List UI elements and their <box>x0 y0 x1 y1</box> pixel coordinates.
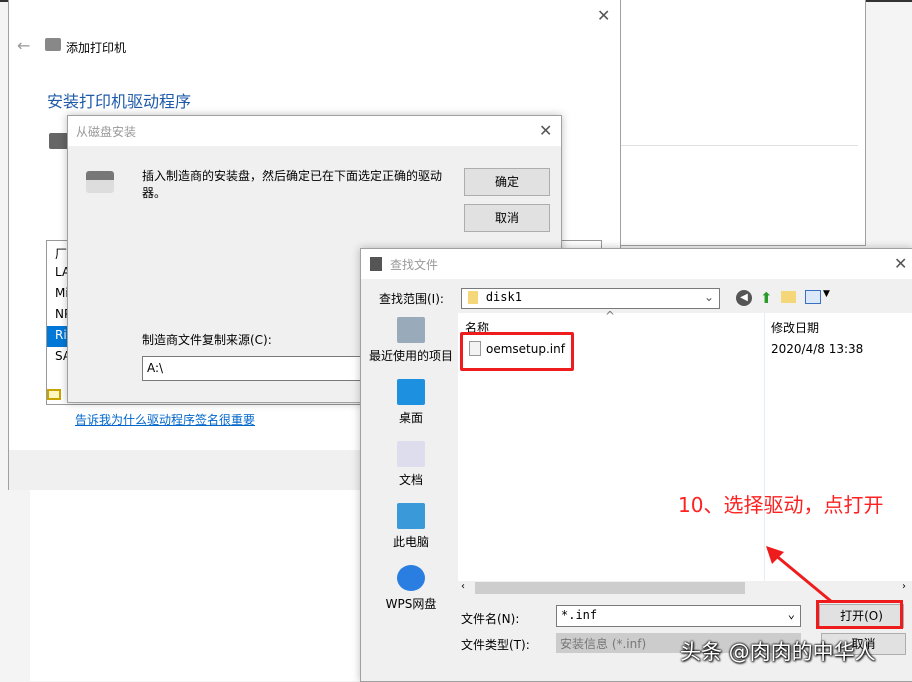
view-menu-icon[interactable] <box>805 290 821 304</box>
filename-value: *.inf <box>561 608 598 622</box>
sort-up-icon: ^ <box>605 309 616 323</box>
column-header-modified[interactable]: 修改日期 <box>771 319 819 336</box>
annotation-text: 10、选择驱动，点打开 <box>678 493 884 517</box>
watermark: 头条 @肉肉的中华人 <box>680 640 876 664</box>
place-computer[interactable]: 此电脑 <box>365 497 457 559</box>
certificate-icon <box>47 389 61 400</box>
place-recent[interactable]: 最近使用的项目 <box>365 311 457 373</box>
back-arrow-icon[interactable]: ← <box>17 36 30 55</box>
printer-large-icon <box>49 133 69 149</box>
annotation-arrow <box>766 546 833 604</box>
desktop-icon <box>397 379 425 405</box>
place-documents[interactable]: 文档 <box>365 435 457 497</box>
dialog-title: 查找文件 <box>390 258 439 272</box>
documents-icon <box>397 441 425 467</box>
title-bar: 查找文件 ✕ <box>361 249 912 279</box>
chevron-down-icon[interactable]: ▼ <box>823 289 830 299</box>
dialog-title: 从磁盘安装 <box>76 125 137 139</box>
horizontal-scrollbar[interactable]: ‹ › <box>458 581 912 595</box>
filename-label: 文件名(N): <box>461 612 520 626</box>
new-folder-icon[interactable] <box>781 291 796 303</box>
folder-icon <box>468 291 478 304</box>
places-bar: 最近使用的项目 桌面文档此电脑 WPS网盘 <box>365 311 457 671</box>
find-file-icon <box>370 257 382 271</box>
arrow-line <box>773 552 833 604</box>
place-label: WPS网盘 <box>385 597 437 611</box>
place-label: 此电脑 <box>392 535 429 549</box>
place-label: 文档 <box>398 473 423 487</box>
computer-icon <box>397 503 425 529</box>
disk-drive-icon <box>86 171 114 193</box>
look-in-combo[interactable]: disk1 ⌄ <box>461 288 720 309</box>
cancel-button[interactable]: 取消 <box>464 204 550 232</box>
ok-button[interactable]: 确定 <box>464 168 550 196</box>
window-title: 添加打印机 <box>66 41 127 55</box>
cloud-icon <box>397 565 425 591</box>
back-icon[interactable]: ◀ <box>736 290 752 306</box>
source-label: 制造商文件复制来源(C): <box>142 333 272 347</box>
title-bar: 从磁盘安装 ✕ <box>68 116 561 146</box>
close-icon[interactable]: ✕ <box>597 6 610 25</box>
file-modified: 2020/4/8 13:38 <box>771 342 864 356</box>
instruction-text: 插入制造商的安装盘，然后确定已在下面选定正确的驱动器。 <box>142 169 443 200</box>
place-label: 最近使用的项目 <box>368 349 453 363</box>
desktop-area <box>30 490 360 681</box>
close-icon[interactable]: ✕ <box>539 121 552 140</box>
place-desktop[interactable]: 桌面 <box>365 373 457 435</box>
place-cloud[interactable]: WPS网盘 <box>365 559 457 621</box>
highlight-box <box>460 332 574 371</box>
place-label: 桌面 <box>398 411 423 425</box>
printer-icon <box>45 38 61 51</box>
look-in-value: disk1 <box>485 290 522 304</box>
driver-signing-link[interactable]: 告诉我为什么驱动程序签名很重要 <box>75 411 255 428</box>
file-list[interactable]: 名称 ^ 修改日期 oemsetup.inf 2020/4/8 13:38 <box>458 309 912 581</box>
find-file-dialog: 查找文件 ✕ 查找范围(I): disk1 ⌄ ◀ ⬆ ▼ 最近使用的项目 桌面文… <box>360 248 912 682</box>
background-window <box>600 0 866 246</box>
filetype-label: 文件类型(T): <box>461 638 530 652</box>
page-heading: 安装打印机驱动程序 <box>47 92 192 111</box>
close-icon[interactable]: ✕ <box>894 254 907 273</box>
scroll-right-icon[interactable]: › <box>902 581 906 592</box>
scroll-left-icon[interactable]: ‹ <box>461 581 465 592</box>
recent-icon <box>397 317 425 343</box>
scrollbar-thumb[interactable] <box>475 582 745 594</box>
up-folder-icon[interactable]: ⬆ <box>760 289 773 307</box>
chevron-down-icon: ⌄ <box>703 290 714 304</box>
divider <box>620 145 858 146</box>
look-in-label: 查找范围(I): <box>379 292 444 306</box>
